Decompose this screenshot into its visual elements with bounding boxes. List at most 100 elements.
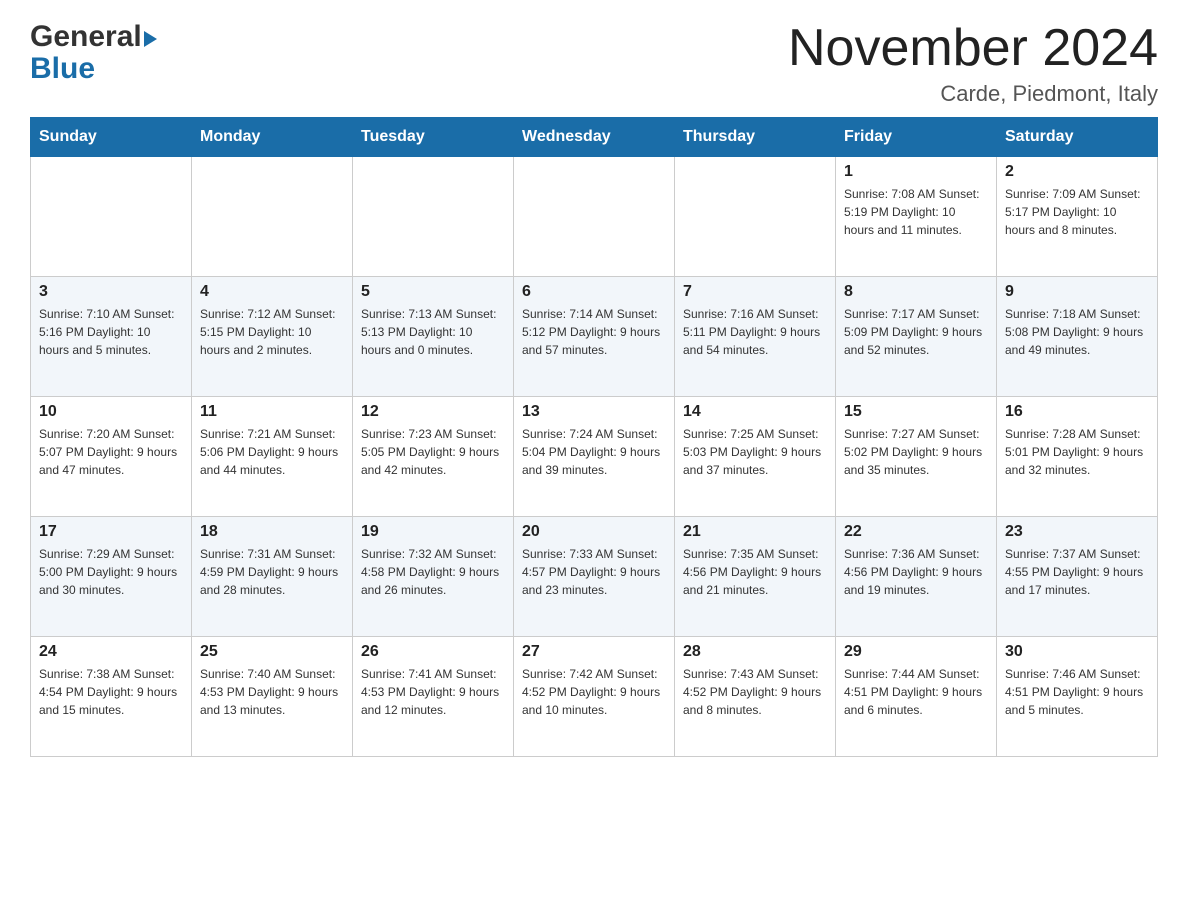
day-number-14: 14: [683, 403, 827, 421]
day-number-18: 18: [200, 523, 344, 541]
day-cell-26: 22 Sunrise: 7:36 AM Sunset: 4:56 PM Dayli…: [836, 517, 997, 637]
day-info-24: Sunrise: 7:38 AM Sunset: 4:54 PM Dayligh…: [39, 665, 183, 719]
day-cell-8: 4 Sunrise: 7:12 AM Sunset: 5:15 PM Daylig…: [192, 277, 353, 397]
day-info-5: Sunrise: 7:13 AM Sunset: 5:13 PM Dayligh…: [361, 305, 505, 359]
calendar-table: SundayMondayTuesdayWednesdayThursdayFrid…: [30, 117, 1158, 757]
day-cell-10: 6 Sunrise: 7:14 AM Sunset: 5:12 PM Daylig…: [514, 277, 675, 397]
day-info-6: Sunrise: 7:14 AM Sunset: 5:12 PM Dayligh…: [522, 305, 666, 359]
week-row-5: 24 Sunrise: 7:38 AM Sunset: 4:54 PM Dayli…: [31, 637, 1158, 757]
day-number-26: 26: [361, 643, 505, 661]
day-number-27: 27: [522, 643, 666, 661]
day-number-10: 10: [39, 403, 183, 421]
day-number-22: 22: [844, 523, 988, 541]
day-info-1: Sunrise: 7:08 AM Sunset: 5:19 PM Dayligh…: [844, 185, 988, 239]
day-cell-1: [192, 157, 353, 277]
day-number-6: 6: [522, 283, 666, 301]
header-friday: Friday: [836, 118, 997, 157]
week-row-2: 3 Sunrise: 7:10 AM Sunset: 5:16 PM Daylig…: [31, 277, 1158, 397]
header-saturday: Saturday: [997, 118, 1158, 157]
day-cell-7: 3 Sunrise: 7:10 AM Sunset: 5:16 PM Daylig…: [31, 277, 192, 397]
day-cell-4: [675, 157, 836, 277]
day-number-24: 24: [39, 643, 183, 661]
day-cell-27: 23 Sunrise: 7:37 AM Sunset: 4:55 PM Dayli…: [997, 517, 1158, 637]
day-number-19: 19: [361, 523, 505, 541]
day-number-13: 13: [522, 403, 666, 421]
header-monday: Monday: [192, 118, 353, 157]
day-cell-17: 13 Sunrise: 7:24 AM Sunset: 5:04 PM Dayli…: [514, 397, 675, 517]
day-number-25: 25: [200, 643, 344, 661]
day-cell-18: 14 Sunrise: 7:25 AM Sunset: 5:03 PM Dayli…: [675, 397, 836, 517]
day-cell-2: [353, 157, 514, 277]
day-info-27: Sunrise: 7:42 AM Sunset: 4:52 PM Dayligh…: [522, 665, 666, 719]
day-info-30: Sunrise: 7:46 AM Sunset: 4:51 PM Dayligh…: [1005, 665, 1149, 719]
day-info-11: Sunrise: 7:21 AM Sunset: 5:06 PM Dayligh…: [200, 425, 344, 479]
day-cell-24: 20Sunrise: 7:33 AM Sunset: 4:57 PM Dayli…: [514, 517, 675, 637]
logo-area: General Blue: [30, 20, 157, 86]
day-number-3: 3: [39, 283, 183, 301]
day-info-22: Sunrise: 7:36 AM Sunset: 4:56 PM Dayligh…: [844, 545, 988, 599]
day-info-4: Sunrise: 7:12 AM Sunset: 5:15 PM Dayligh…: [200, 305, 344, 359]
day-cell-11: 7Sunrise: 7:16 AM Sunset: 5:11 PM Daylig…: [675, 277, 836, 397]
day-info-2: Sunrise: 7:09 AM Sunset: 5:17 PM Dayligh…: [1005, 185, 1149, 239]
page-header: General Blue November 2024 Carde, Piedmo…: [30, 20, 1158, 107]
day-number-8: 8: [844, 283, 988, 301]
day-info-13: Sunrise: 7:24 AM Sunset: 5:04 PM Dayligh…: [522, 425, 666, 479]
day-number-9: 9: [1005, 283, 1149, 301]
day-number-21: 21: [683, 523, 827, 541]
day-info-14: Sunrise: 7:25 AM Sunset: 5:03 PM Dayligh…: [683, 425, 827, 479]
day-info-19: Sunrise: 7:32 AM Sunset: 4:58 PM Dayligh…: [361, 545, 505, 599]
day-info-20: Sunrise: 7:33 AM Sunset: 4:57 PM Dayligh…: [522, 545, 666, 599]
day-cell-12: 8 Sunrise: 7:17 AM Sunset: 5:09 PM Daylig…: [836, 277, 997, 397]
day-info-16: Sunrise: 7:28 AM Sunset: 5:01 PM Dayligh…: [1005, 425, 1149, 479]
day-number-11: 11: [200, 403, 344, 421]
day-number-30: 30: [1005, 643, 1149, 661]
day-number-23: 23: [1005, 523, 1149, 541]
day-info-23: Sunrise: 7:37 AM Sunset: 4:55 PM Dayligh…: [1005, 545, 1149, 599]
day-info-28: Sunrise: 7:43 AM Sunset: 4:52 PM Dayligh…: [683, 665, 827, 719]
week-row-4: 17 Sunrise: 7:29 AM Sunset: 5:00 PM Dayli…: [31, 517, 1158, 637]
day-info-25: Sunrise: 7:40 AM Sunset: 4:53 PM Dayligh…: [200, 665, 344, 719]
header-wednesday: Wednesday: [514, 118, 675, 157]
day-number-4: 4: [200, 283, 344, 301]
logo: General: [30, 20, 157, 54]
day-cell-0: [31, 157, 192, 277]
day-info-8: Sunrise: 7:17 AM Sunset: 5:09 PM Dayligh…: [844, 305, 988, 359]
logo-arrow-icon: [144, 31, 157, 47]
day-info-9: Sunrise: 7:18 AM Sunset: 5:08 PM Dayligh…: [1005, 305, 1149, 359]
day-info-18: Sunrise: 7:31 AM Sunset: 4:59 PM Dayligh…: [200, 545, 344, 599]
day-number-2: 2: [1005, 163, 1149, 181]
day-number-7: 7: [683, 283, 827, 301]
day-cell-16: 12Sunrise: 7:23 AM Sunset: 5:05 PM Dayli…: [353, 397, 514, 517]
day-number-29: 29: [844, 643, 988, 661]
day-number-5: 5: [361, 283, 505, 301]
day-info-17: Sunrise: 7:29 AM Sunset: 5:00 PM Dayligh…: [39, 545, 183, 599]
header-sunday: Sunday: [31, 118, 192, 157]
day-cell-15: 11 Sunrise: 7:21 AM Sunset: 5:06 PM Dayli…: [192, 397, 353, 517]
day-info-29: Sunrise: 7:44 AM Sunset: 4:51 PM Dayligh…: [844, 665, 988, 719]
day-info-3: Sunrise: 7:10 AM Sunset: 5:16 PM Dayligh…: [39, 305, 183, 359]
week-row-3: 10Sunrise: 7:20 AM Sunset: 5:07 PM Dayli…: [31, 397, 1158, 517]
location-subtitle: Carde, Piedmont, Italy: [788, 81, 1158, 107]
month-title: November 2024: [788, 20, 1158, 77]
day-cell-29: 25 Sunrise: 7:40 AM Sunset: 4:53 PM Dayli…: [192, 637, 353, 757]
title-area: November 2024 Carde, Piedmont, Italy: [788, 20, 1158, 107]
day-cell-22: 18 Sunrise: 7:31 AM Sunset: 4:59 PM Dayli…: [192, 517, 353, 637]
day-number-28: 28: [683, 643, 827, 661]
day-number-16: 16: [1005, 403, 1149, 421]
day-cell-25: 21Sunrise: 7:35 AM Sunset: 4:56 PM Dayli…: [675, 517, 836, 637]
day-cell-31: 27 Sunrise: 7:42 AM Sunset: 4:52 PM Dayli…: [514, 637, 675, 757]
header-thursday: Thursday: [675, 118, 836, 157]
day-info-15: Sunrise: 7:27 AM Sunset: 5:02 PM Dayligh…: [844, 425, 988, 479]
day-cell-9: 5 Sunrise: 7:13 AM Sunset: 5:13 PM Daylig…: [353, 277, 514, 397]
day-cell-14: 10Sunrise: 7:20 AM Sunset: 5:07 PM Dayli…: [31, 397, 192, 517]
day-cell-33: 29 Sunrise: 7:44 AM Sunset: 4:51 PM Dayli…: [836, 637, 997, 757]
header-tuesday: Tuesday: [353, 118, 514, 157]
day-cell-28: 24 Sunrise: 7:38 AM Sunset: 4:54 PM Dayli…: [31, 637, 192, 757]
day-cell-20: 16 Sunrise: 7:28 AM Sunset: 5:01 PM Dayli…: [997, 397, 1158, 517]
week-row-1: 1Sunrise: 7:08 AM Sunset: 5:19 PM Daylig…: [31, 157, 1158, 277]
day-number-17: 17: [39, 523, 183, 541]
day-cell-5: 1Sunrise: 7:08 AM Sunset: 5:19 PM Daylig…: [836, 157, 997, 277]
day-cell-23: 19 Sunrise: 7:32 AM Sunset: 4:58 PM Dayli…: [353, 517, 514, 637]
day-cell-32: 28 Sunrise: 7:43 AM Sunset: 4:52 PM Dayli…: [675, 637, 836, 757]
logo-blue-text: Blue: [30, 52, 95, 86]
